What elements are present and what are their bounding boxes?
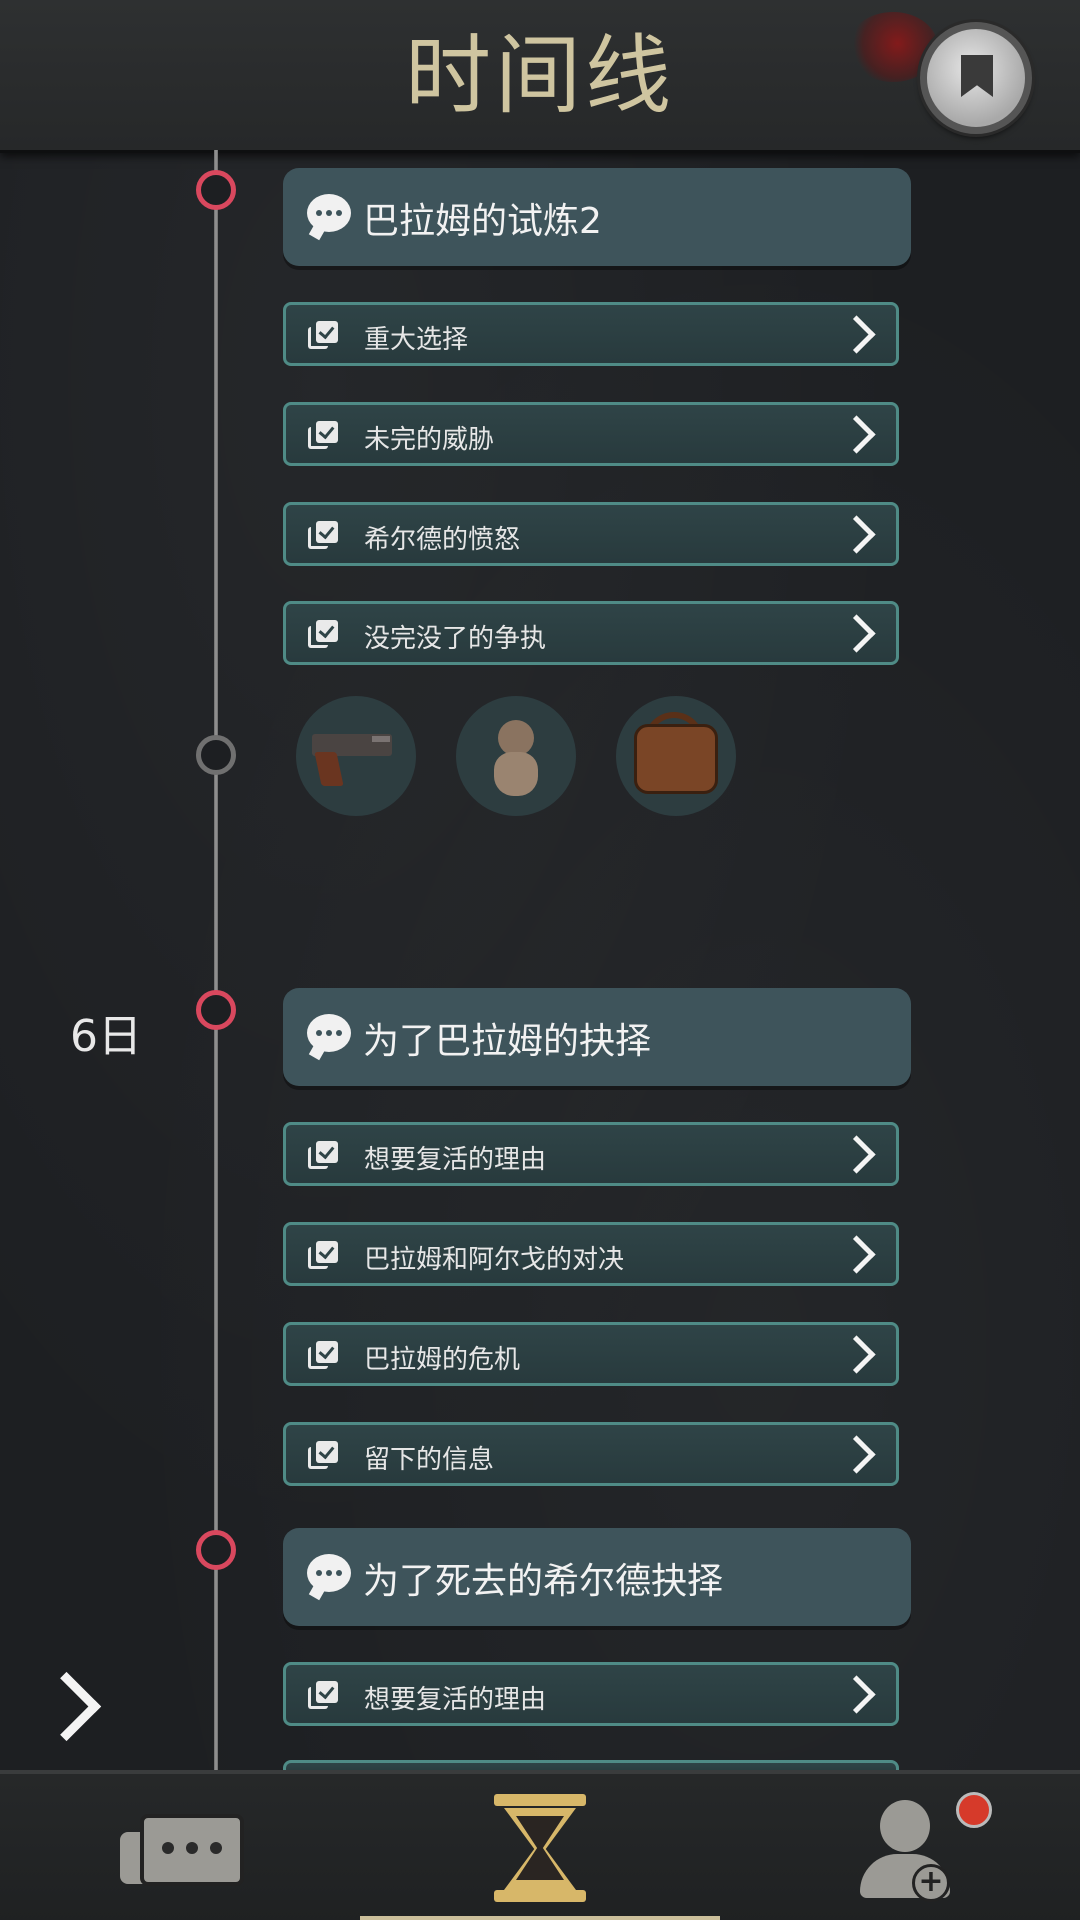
timeline-node-chapter-2 [196, 990, 236, 1030]
timeline-node-chapter-3 [196, 1530, 236, 1570]
chevron-right-icon [837, 1435, 876, 1474]
nav-tab-timeline[interactable] [494, 1794, 586, 1904]
timeline-node-chapter-1 [196, 170, 236, 210]
event-label: 重大选择 [364, 325, 469, 355]
event-row[interactable]: 希尔德的愤怒 [283, 502, 899, 566]
chevron-right-icon [837, 1235, 876, 1274]
checkbox-stack-icon [308, 1681, 338, 1711]
chevron-right-icon [837, 315, 876, 354]
event-label: 巴拉姆的危机 [364, 1345, 521, 1375]
doll-body [494, 752, 538, 796]
active-tab-indicator [360, 1916, 720, 1920]
bag-icon [634, 724, 718, 794]
checkbox-stack-icon [308, 321, 338, 351]
timeline-line [214, 150, 218, 1770]
checkbox-stack-icon [308, 620, 338, 650]
event-row[interactable]: 留下的信息 [283, 1422, 899, 1486]
checkbox-stack-icon [308, 421, 338, 451]
chevron-right-icon [837, 1335, 876, 1374]
day-label: 6日 [70, 1011, 142, 1062]
event-label: 想要复活的理由 [364, 1145, 547, 1175]
item-pistol[interactable] [296, 696, 416, 816]
plus-icon: + [912, 1864, 950, 1902]
chapter-title: 为了巴拉姆的抉择 [363, 1021, 652, 1062]
event-row[interactable]: 想要复活的理由 [283, 1662, 899, 1726]
event-row[interactable]: 未完的威胁 [283, 402, 899, 466]
bookmark-button[interactable] [920, 22, 1032, 134]
expand-arrow-icon[interactable] [31, 1671, 102, 1742]
notification-badge [956, 1792, 992, 1828]
item-bag[interactable] [616, 696, 736, 816]
speech-bubble-icon [307, 1554, 351, 1592]
event-row[interactable]: 想要复活的理由 [283, 1122, 899, 1186]
event-label: 巴拉姆和阿尔戈的对决 [364, 1245, 625, 1275]
nav-tab-chat[interactable] [120, 1804, 244, 1904]
bottom-nav: + [0, 1770, 1080, 1920]
pistol-icon [312, 734, 392, 756]
event-label: 想要复活的理由 [364, 1685, 547, 1715]
nav-tab-add-friend[interactable]: + [856, 1800, 956, 1910]
event-label: 没完没了的争执 [364, 624, 547, 654]
checkbox-stack-icon [308, 1141, 338, 1171]
event-label: 未完的威胁 [364, 425, 495, 455]
chevron-right-icon [837, 614, 876, 653]
event-row[interactable]: 重大选择 [283, 302, 899, 366]
checkbox-stack-icon [308, 1341, 338, 1371]
event-row[interactable]: 没完没了的争执 [283, 601, 899, 665]
event-row[interactable]: 巴拉姆和阿尔戈的对决 [283, 1222, 899, 1286]
checkbox-stack-icon [308, 521, 338, 551]
speech-bubble-icon [307, 194, 351, 232]
chapter-header-1[interactable]: 巴拉姆的试炼2 [283, 168, 911, 266]
doll-icon [498, 720, 534, 756]
add-friend-icon [880, 1800, 930, 1852]
event-row[interactable]: 巴拉姆的危机 [283, 1322, 899, 1386]
event-label: 希尔德的愤怒 [364, 525, 521, 555]
chevron-right-icon [837, 415, 876, 454]
timeline-screen: 时间线 6日 巴拉姆的试炼2 重大选择 未完的威胁 希尔德的愤怒 没完没了的争执 [0, 0, 1080, 1920]
timeline-node-items [196, 735, 236, 775]
chapter-title: 巴拉姆的试炼2 [363, 201, 602, 242]
item-doll[interactable] [456, 696, 576, 816]
header-bar: 时间线 [0, 0, 1080, 153]
chevron-right-icon [837, 1135, 876, 1174]
chapter-title: 为了死去的希尔德抉择 [363, 1561, 724, 1602]
chapter-header-2[interactable]: 为了巴拉姆的抉择 [283, 988, 911, 1086]
chevron-right-icon [837, 1675, 876, 1714]
speech-bubble-icon [307, 1014, 351, 1052]
chevron-right-icon [837, 515, 876, 554]
chapter-header-3[interactable]: 为了死去的希尔德抉择 [283, 1528, 911, 1626]
bookmark-icon [961, 55, 993, 97]
checkbox-stack-icon [308, 1441, 338, 1471]
checkbox-stack-icon [308, 1241, 338, 1271]
event-label: 留下的信息 [364, 1445, 495, 1475]
